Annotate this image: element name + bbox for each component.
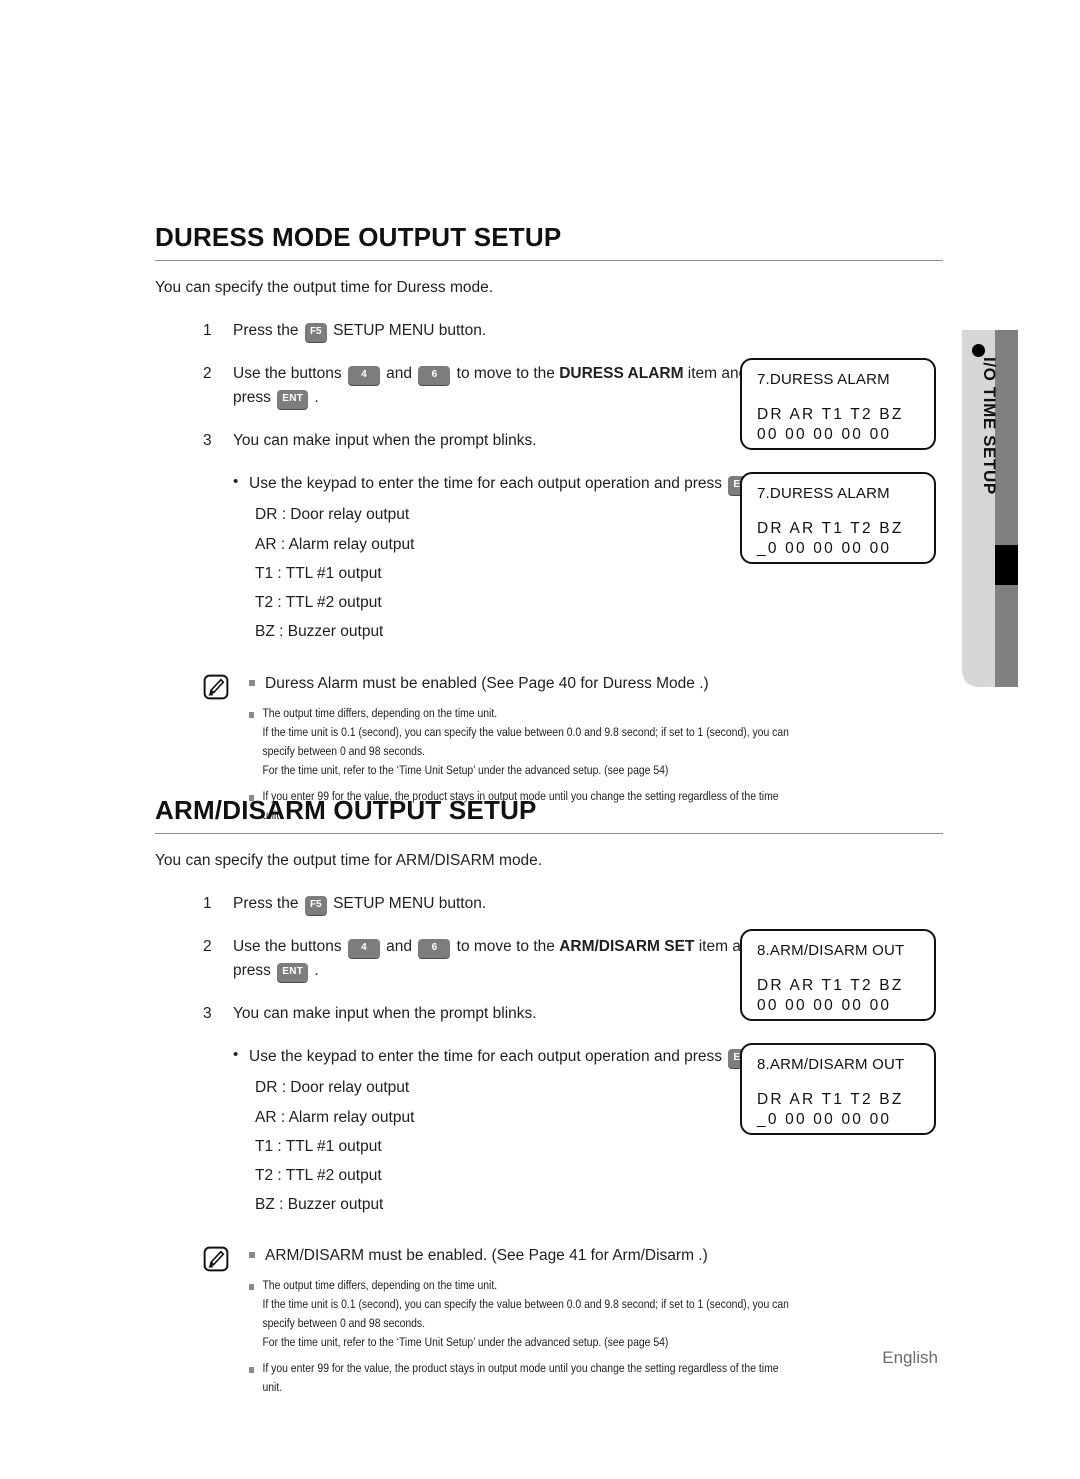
output-item: T1 : TTL #1 output — [255, 564, 382, 582]
note-line: If the time unit is 0.1 (second), you ca… — [262, 724, 789, 739]
note-line: specify between 0 and 98 seconds. — [262, 1316, 426, 1331]
output-item: T2 : TTL #2 output — [255, 1167, 382, 1184]
note-items: ARM/DISARM must be enabled. (See Page 41… — [249, 1244, 943, 1398]
lcd-panel: 7.DURESS ALARM DR AR T1 T2 BZ 00 00 00 0… — [740, 358, 936, 450]
menu-item-name: DURESS ALARM — [559, 365, 684, 383]
lcd-title: 7.DURESS ALARM — [757, 485, 890, 502]
step-number: 3 — [203, 431, 212, 449]
lcd-panel: 8.ARM/DISARM OUT DR AR T1 T2 BZ _0 00 00… — [740, 1043, 936, 1135]
step-item: 1 Press the F5 SETUP MENU button. — [155, 892, 943, 915]
lcd-row-labels: DR AR T1 T2 BZ — [757, 520, 904, 537]
note-block: ARM/DISARM must be enabled. (See Page 41… — [203, 1244, 943, 1398]
output-item: T1 : TTL #1 output — [255, 1137, 382, 1155]
section-intro: You can specify the output time for ARM/… — [155, 852, 543, 869]
lcd-title: 8.ARM/DISARM OUT — [757, 1056, 905, 1073]
page-title: DURESS MODE OUTPUT SETUP — [155, 222, 562, 252]
page-title: ARM/DISARM OUTPUT SETUP — [155, 795, 537, 825]
document-page: I/O TIME SETUP DURESS MODE OUTPUT SETUP … — [0, 0, 1080, 1479]
note-secondary: The output time differs, depending on th… — [249, 704, 956, 781]
key-6-icon: 6 — [418, 366, 451, 386]
side-tab-label: I/O TIME SETUP — [980, 357, 999, 495]
key-f5-icon: F5 — [304, 896, 327, 915]
bullet-dot-icon — [972, 344, 985, 357]
note-secondary: The output time differs, depending on th… — [249, 1276, 956, 1353]
lcd-row-labels: DR AR T1 T2 BZ — [757, 1091, 904, 1108]
output-item: BZ : Buzzer output — [255, 623, 384, 641]
output-item: BZ : Buzzer output — [255, 1196, 384, 1214]
step-number: 3 — [203, 1004, 212, 1022]
note-primary: ARM/DISARM must be enabled. (See Page 41… — [249, 1244, 943, 1267]
lcd-row-labels: DR AR T1 T2 BZ — [757, 977, 904, 994]
lcd-panel: 7.DURESS ALARM DR AR T1 T2 BZ _0 00 00 0… — [740, 472, 936, 564]
key-6-icon: 6 — [418, 939, 451, 959]
step-text: You can make input when the prompt blink… — [233, 1004, 537, 1022]
lcd-row-values: _0 00 00 00 00 — [757, 540, 892, 557]
key-ent-icon: ENT — [277, 962, 309, 982]
step-text: Press the F5 SETUP MENU button. — [233, 319, 753, 342]
lcd-row-labels: DR AR T1 T2 BZ — [757, 406, 904, 423]
step-text: Use the buttons 4 and 6 to move to the A… — [233, 935, 793, 982]
lcd-title: 8.ARM/DISARM OUT — [757, 942, 905, 959]
step-text: You can make input when the prompt blink… — [233, 431, 537, 449]
lcd-panel: 8.ARM/DISARM OUT DR AR T1 T2 BZ 00 00 00… — [740, 929, 936, 1021]
step-text: Use the buttons 4 and 6 to move to the D… — [233, 362, 753, 409]
step-text: Press the F5 SETUP MENU button. — [233, 892, 753, 915]
note-line: For the time unit, refer to the ‘Time Un… — [262, 763, 669, 778]
note-line: If the time unit is 0.1 (second), you ca… — [262, 1296, 789, 1311]
note-line: unit. — [262, 1379, 283, 1394]
heading-rule — [155, 260, 943, 261]
step-number: 2 — [203, 938, 212, 956]
key-4-icon: 4 — [347, 366, 380, 386]
side-tab-io-time-setup: I/O TIME SETUP — [962, 330, 1018, 687]
key-f5-icon: F5 — [304, 323, 327, 342]
step-number: 1 — [203, 895, 212, 912]
footer-language: English — [882, 1348, 938, 1367]
section-intro: You can specify the output time for Dure… — [155, 279, 494, 296]
note-line: specify between 0 and 98 seconds. — [262, 744, 426, 759]
heading-rule — [155, 833, 943, 834]
key-ent-icon: ENT — [277, 389, 309, 409]
memo-note-icon — [203, 1246, 229, 1271]
step-number: 1 — [203, 322, 212, 339]
step-item: 1 Press the F5 SETUP MENU button. — [155, 319, 943, 342]
lcd-row-values: _0 00 00 00 00 — [757, 1111, 892, 1128]
output-item: T2 : TTL #2 output — [255, 594, 382, 611]
lcd-title: 7.DURESS ALARM — [757, 371, 890, 388]
key-4-icon: 4 — [347, 939, 380, 959]
note-primary: Duress Alarm must be enabled (See Page 4… — [249, 672, 943, 695]
note-line: The output time differs, depending on th… — [262, 1277, 498, 1292]
step-number: 2 — [203, 365, 212, 383]
menu-item-name: ARM/DISARM SET — [559, 938, 695, 956]
lcd-row-values: 00 00 00 00 00 — [757, 426, 892, 443]
memo-note-icon — [203, 674, 229, 699]
lcd-row-values: 00 00 00 00 00 — [757, 997, 892, 1014]
note-line: The output time differs, depending on th… — [262, 705, 498, 720]
